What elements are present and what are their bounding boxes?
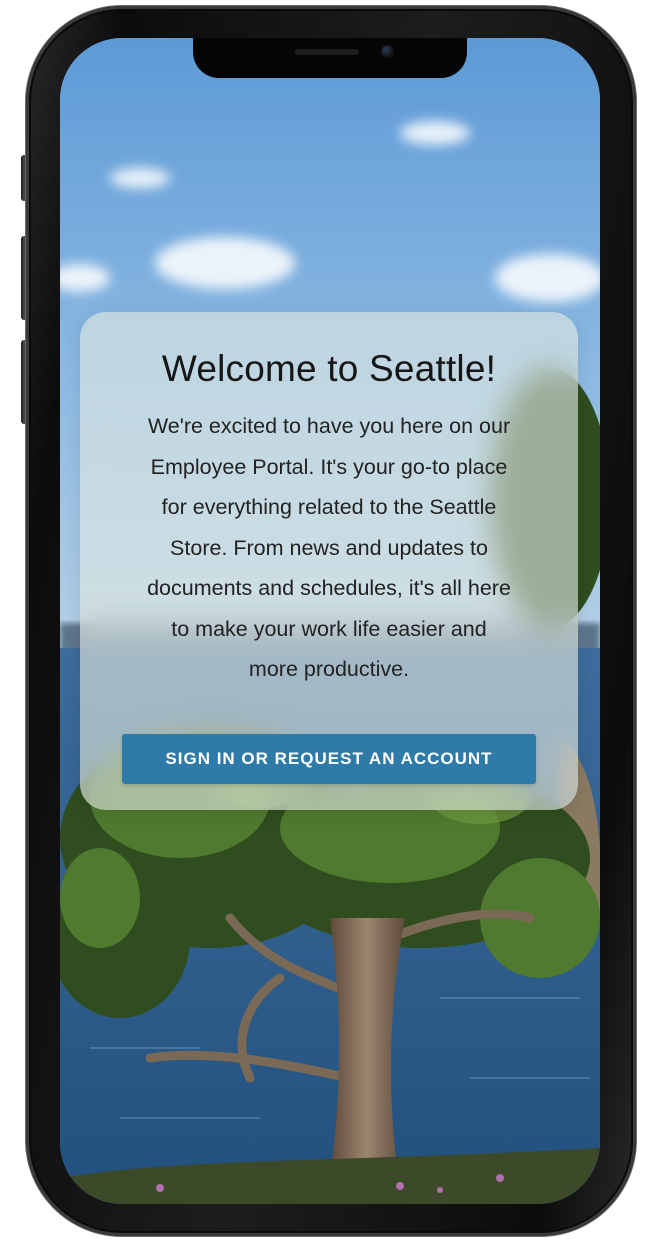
earpiece-speaker bbox=[295, 49, 359, 55]
welcome-message-line: more productive. bbox=[248, 657, 410, 681]
welcome-message-line: We're excited to have you here on our bbox=[147, 414, 511, 438]
welcome-title: Welcome to Seattle! bbox=[161, 348, 497, 389]
welcome-card: Welcome to Seattle! We're excited to hav… bbox=[80, 312, 578, 810]
welcome-message-line: Employee Portal. It's your go-to place bbox=[150, 454, 508, 479]
phone-notch bbox=[193, 38, 467, 78]
welcome-message-line: Store. From news and updates to bbox=[170, 535, 488, 560]
phone-screen: Welcome to Seattle! We're excited to hav… bbox=[60, 38, 600, 1204]
sign-in-or-request-account-button[interactable]: SIGN IN OR REQUEST AN ACCOUNT bbox=[122, 734, 536, 784]
welcome-message-line: documents and schedules, it's all here bbox=[147, 576, 511, 600]
front-camera-icon bbox=[381, 45, 394, 58]
phone-mockup: Welcome to Seattle! We're excited to hav… bbox=[0, 0, 654, 1239]
welcome-message-line: for everything related to the Seattle bbox=[161, 495, 497, 519]
welcome-message: We're excited to have you here on our Em… bbox=[104, 406, 554, 690]
welcome-message-line: to make your work life easier and bbox=[171, 616, 487, 641]
